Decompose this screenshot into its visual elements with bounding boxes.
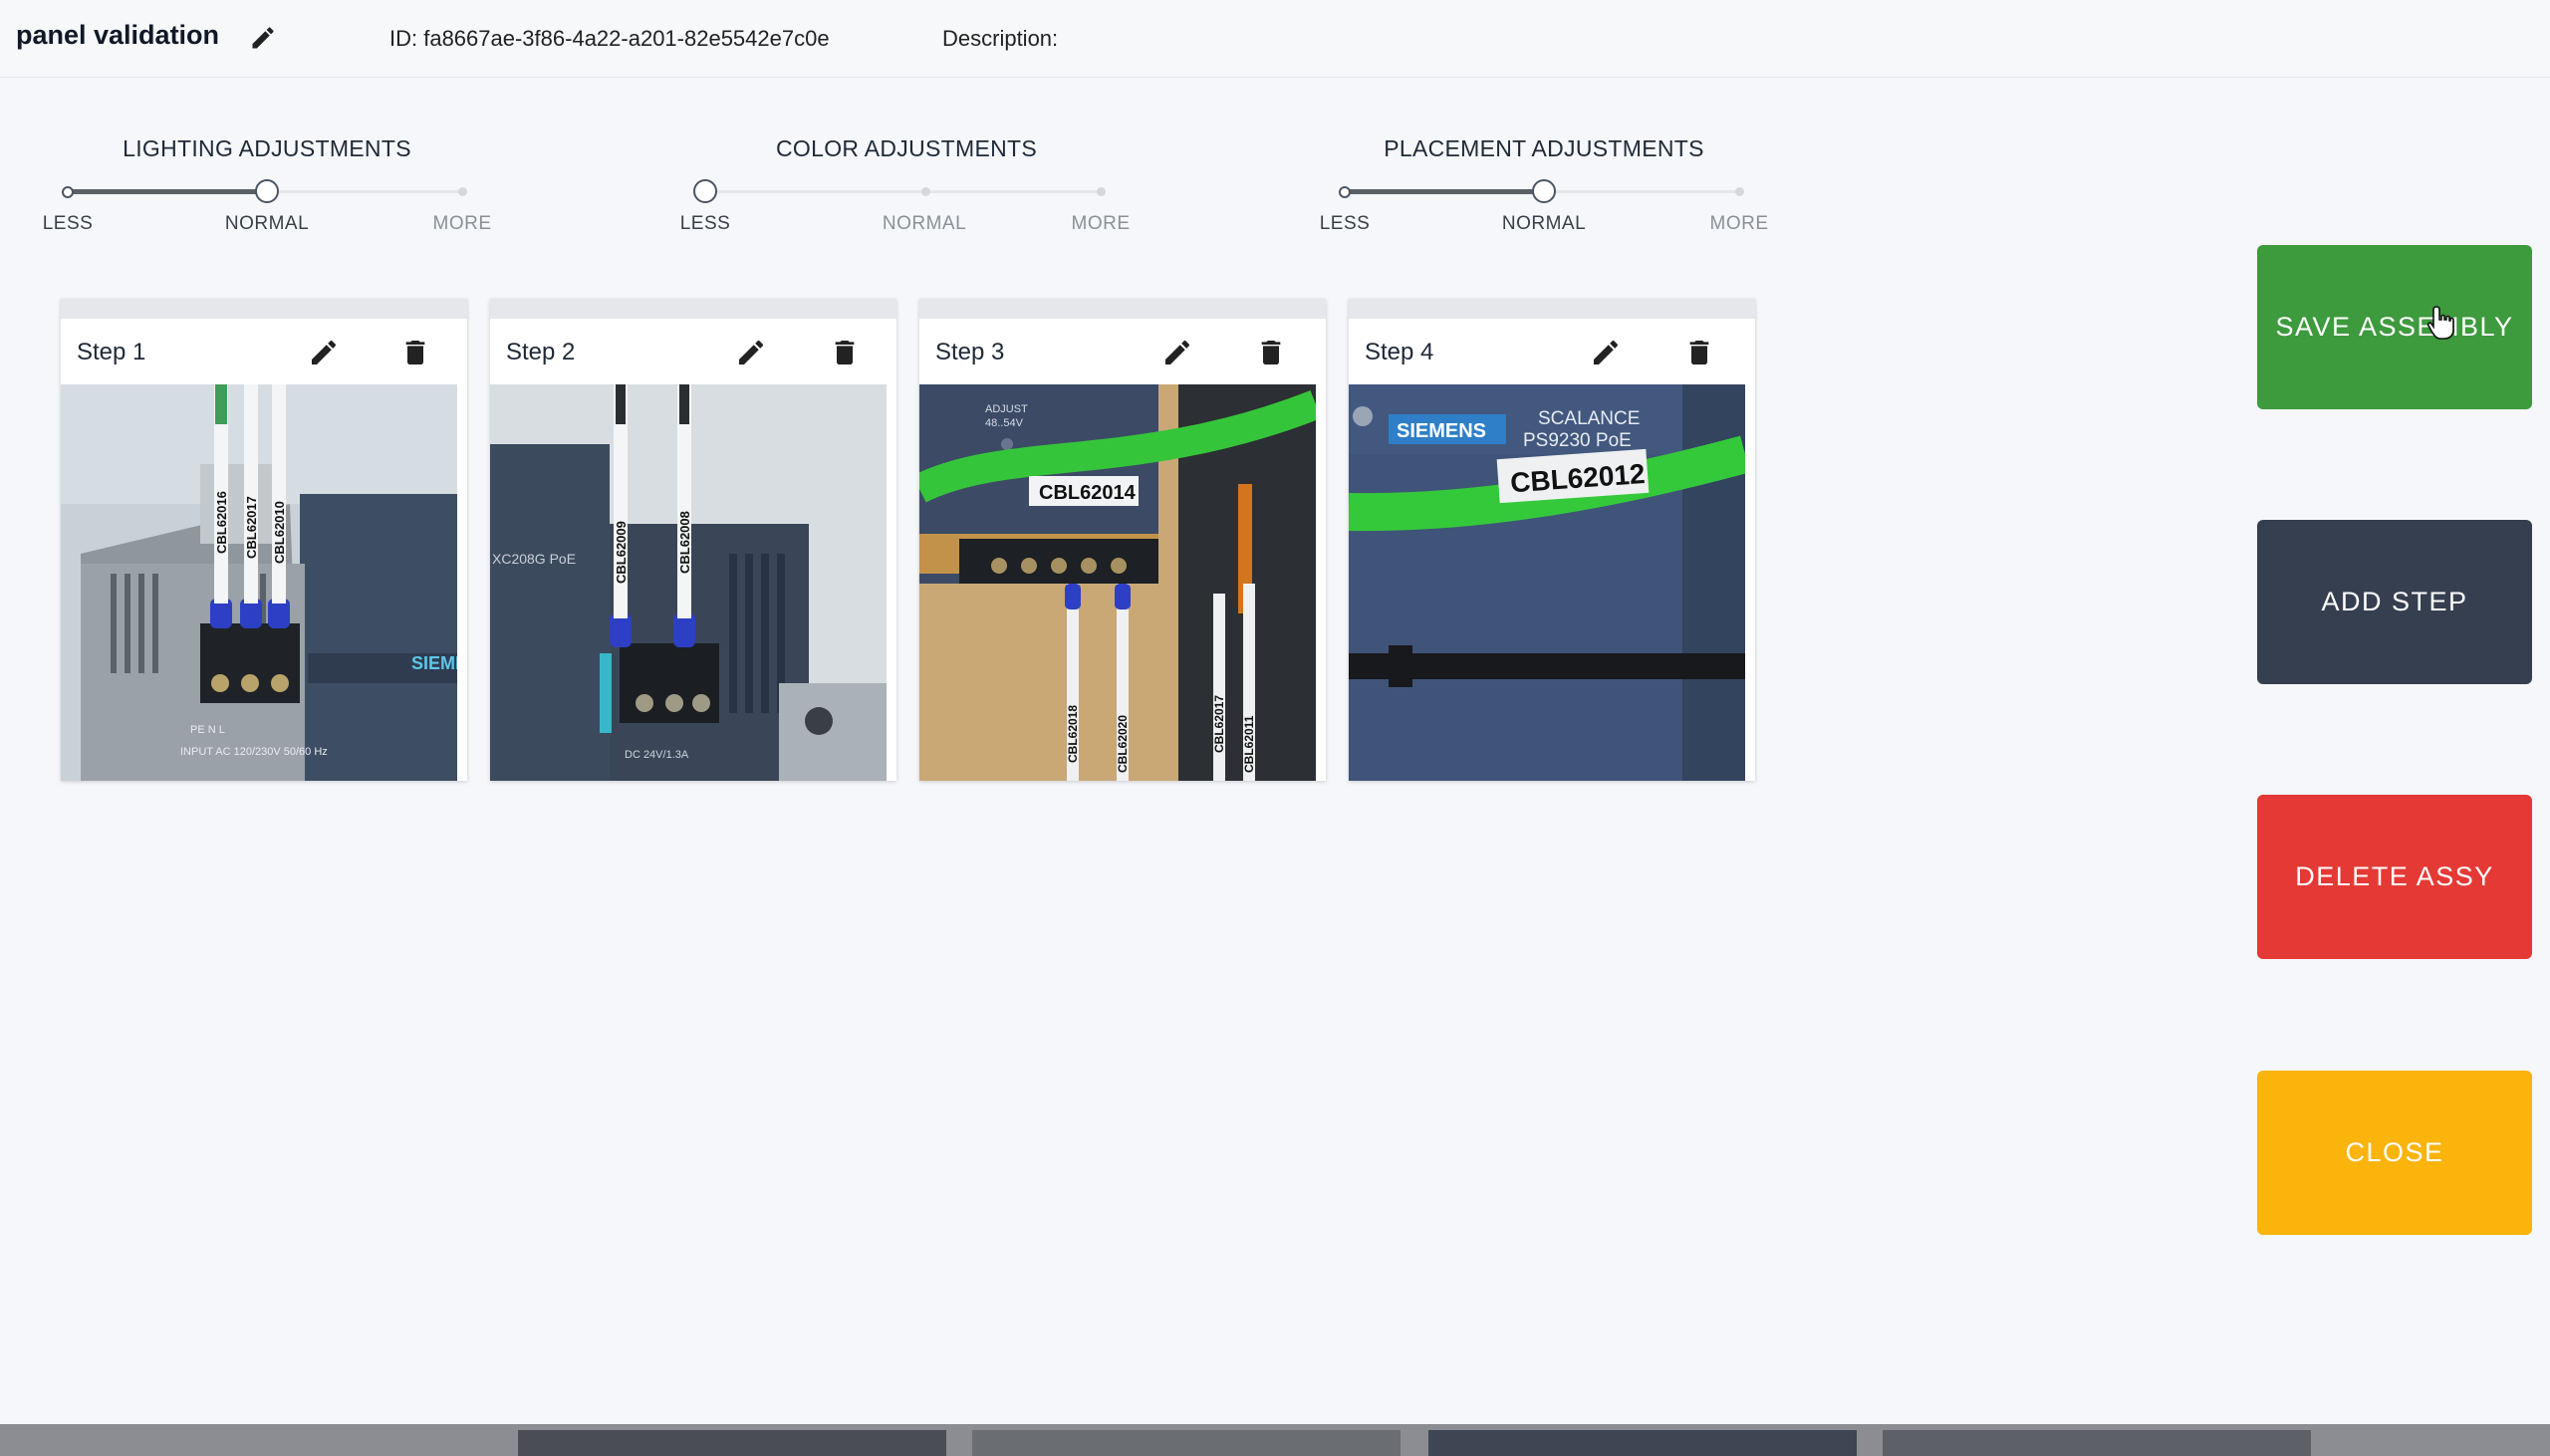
edit-title-pencil-icon[interactable]	[249, 24, 277, 52]
cable-label: CBL62008	[677, 511, 692, 574]
description-label: Description:	[942, 26, 1059, 51]
slider-title: PLACEMENT ADJUSTMENTS	[1384, 135, 1704, 161]
photo-text: 48..54V	[985, 417, 1024, 429]
photo-text: SIEME	[411, 653, 457, 673]
slider-handle[interactable]	[1532, 179, 1556, 203]
slider-fill	[68, 189, 267, 194]
assembly-id: ID: fa8667ae-3f86-4a22-a201-82e5542e7c0e	[389, 26, 830, 51]
cable-label: CBL62017	[1212, 695, 1226, 753]
color-adjustment-slider[interactable]: COLOR ADJUSTMENTS LESS NORMAL MORE	[677, 131, 1136, 241]
edit-step-pencil-icon[interactable]	[735, 337, 767, 368]
card-drag-handle[interactable]	[490, 299, 896, 319]
step-card[interactable]: Step 3 ADJUST 48..54V CBL62014 CBL62018 …	[919, 299, 1326, 781]
step-photo: XC208G PoE CBL62009 CBL62008 DC 24V/1.3A	[490, 384, 887, 781]
slider-mark-less[interactable]	[1339, 186, 1351, 198]
add-step-button[interactable]: ADD STEP	[2257, 520, 2532, 684]
assembly-title: panel validation	[16, 20, 220, 50]
cable-label: CBL62011	[1242, 715, 1256, 773]
cable-label: CBL62020	[1116, 715, 1130, 773]
slider-label-normal: NORMAL	[224, 213, 310, 234]
step-label: Step 1	[77, 339, 146, 365]
step-label: Step 4	[1365, 339, 1434, 365]
cable-label: CBL62017	[244, 496, 259, 559]
slider-mark-more[interactable]	[458, 187, 467, 196]
photo-text: XC208G PoE	[492, 551, 576, 567]
delete-step-trash-icon[interactable]	[399, 337, 431, 368]
slider-mark-normal[interactable]	[921, 187, 930, 196]
slider-track[interactable]	[705, 190, 1104, 193]
cable-label: CBL62010	[272, 501, 287, 564]
slider-title: LIGHTING ADJUSTMENTS	[123, 135, 411, 161]
photo-text: PE N L	[190, 724, 225, 736]
card-drag-handle[interactable]	[1349, 299, 1755, 319]
slider-label-less: LESS	[42, 213, 94, 234]
photo-text: ADJUST	[985, 403, 1028, 415]
edit-step-pencil-icon[interactable]	[1161, 337, 1193, 368]
step-photo: SIEME CBL62016 CBL62017 CBL62010 PE N L …	[61, 384, 457, 781]
lighting-adjustment-slider[interactable]: LIGHTING ADJUSTMENTS LESS NORMAL MORE	[38, 131, 496, 241]
step-photo: ADJUST 48..54V CBL62014 CBL62018 CBL6202…	[919, 384, 1316, 781]
save-assembly-button[interactable]: SAVE ASSEMBLY	[2257, 245, 2532, 409]
slider-label-more: MORE	[1071, 213, 1131, 234]
slider-fill	[1345, 189, 1544, 194]
header-bar: panel validation ID: fa8667ae-3f86-4a22-…	[0, 0, 2550, 78]
slider-handle[interactable]	[693, 179, 717, 203]
cable-label: CBL62016	[214, 491, 229, 554]
delete-assembly-button[interactable]: DELETE ASSY	[2257, 795, 2532, 959]
slider-label-more: MORE	[1709, 213, 1769, 234]
slider-handle[interactable]	[255, 179, 279, 203]
card-drag-handle[interactable]	[919, 299, 1326, 319]
slider-mark-more[interactable]	[1097, 187, 1106, 196]
delete-step-trash-icon[interactable]	[829, 337, 861, 368]
slider-label-more: MORE	[432, 213, 492, 234]
photo-text: INPUT AC 120/230V 50/60 Hz	[180, 746, 328, 758]
step-label: Step 3	[935, 339, 1005, 365]
edit-step-pencil-icon[interactable]	[308, 337, 340, 368]
slider-mark-more[interactable]	[1735, 187, 1744, 196]
placement-adjustment-slider[interactable]: PLACEMENT ADJUSTMENTS LESS NORMAL MORE	[1315, 131, 1773, 241]
cable-label: CBL62009	[614, 521, 629, 584]
cable-label: CBL62014	[1039, 482, 1137, 504]
close-button[interactable]: CLOSE	[2257, 1071, 2532, 1235]
step-card[interactable]: Step 4 SIEMENS SCALANCE PS9230 PoE CBL62…	[1349, 299, 1755, 781]
slider-label-normal: NORMAL	[1501, 213, 1587, 234]
slider-title: COLOR ADJUSTMENTS	[776, 135, 1037, 161]
slider-mark-less[interactable]	[62, 186, 74, 198]
background-window-strip	[0, 1424, 2550, 1456]
background-thumbnail	[518, 1430, 946, 1456]
photo-text: DC 24V/1.3A	[625, 749, 689, 761]
background-thumbnail	[1883, 1430, 2311, 1456]
photo-text: SIEMENS	[1397, 420, 1486, 442]
slider-label-normal: NORMAL	[882, 213, 967, 234]
cable-label: CBL62018	[1066, 705, 1080, 763]
slider-label-less: LESS	[679, 213, 731, 234]
delete-step-trash-icon[interactable]	[1683, 337, 1715, 368]
slider-label-less: LESS	[1319, 213, 1371, 234]
background-thumbnail	[1428, 1430, 1857, 1456]
delete-step-trash-icon[interactable]	[1255, 337, 1287, 368]
step-card[interactable]: Step 1 SIEME C	[61, 299, 467, 781]
card-drag-handle[interactable]	[61, 299, 467, 319]
step-card[interactable]: Step 2 XC208G PoE CBL62009 CBL62008 DC 2…	[490, 299, 896, 781]
photo-text: PS9230 PoE	[1523, 430, 1632, 451]
step-photo: SIEMENS SCALANCE PS9230 PoE CBL62012	[1349, 384, 1745, 781]
background-thumbnail	[972, 1430, 1401, 1456]
photo-text: SCALANCE	[1538, 408, 1640, 429]
step-label: Step 2	[506, 339, 576, 365]
edit-step-pencil-icon[interactable]	[1590, 337, 1622, 368]
